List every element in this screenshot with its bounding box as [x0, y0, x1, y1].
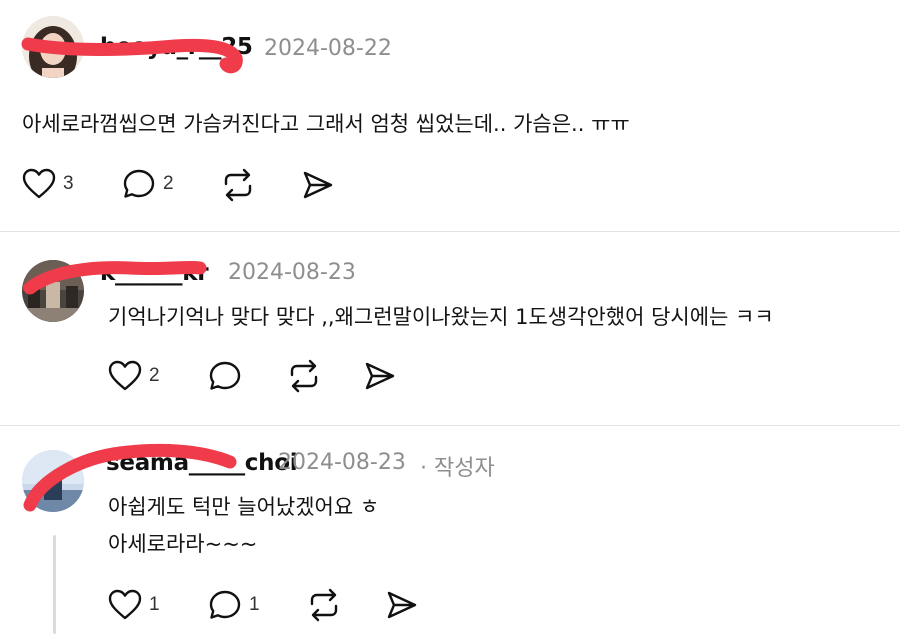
share-button[interactable]	[302, 170, 334, 200]
like-count: 2	[149, 365, 160, 386]
username[interactable]: heeya_r__25	[100, 34, 253, 60]
divider	[0, 425, 900, 426]
comment-text-line-1: 아쉽게도 턱만 늘어났겠어요 ㅎ	[108, 495, 380, 519]
repost-button[interactable]	[286, 359, 322, 393]
comment-date: 2024-08-23	[228, 260, 356, 285]
heart-icon	[108, 360, 142, 391]
reply-button[interactable]: 2	[122, 168, 174, 200]
reply-count: 2	[163, 173, 174, 194]
reply-button[interactable]	[208, 360, 242, 392]
username[interactable]: k______kr	[100, 260, 209, 286]
share-button[interactable]	[364, 361, 396, 391]
send-icon	[303, 171, 333, 199]
speech-bubble-icon	[209, 590, 241, 619]
comment-date: 2024-08-22	[264, 36, 392, 61]
thread-line	[53, 535, 56, 634]
divider	[0, 231, 900, 232]
avatar[interactable]	[22, 450, 84, 512]
avatar[interactable]	[22, 16, 84, 78]
like-button[interactable]: 2	[108, 360, 160, 392]
like-count: 3	[63, 173, 74, 194]
send-icon	[365, 362, 395, 390]
heart-icon	[22, 168, 56, 199]
username[interactable]: seama_____choi	[106, 450, 298, 476]
like-button[interactable]: 1	[108, 589, 160, 621]
like-button[interactable]: 3	[22, 168, 74, 200]
comment-text-line-2: 아세로라라~~~	[108, 532, 258, 556]
repost-button[interactable]	[220, 168, 256, 202]
comment-date: 2024-08-23	[278, 450, 406, 475]
like-count: 1	[149, 594, 160, 615]
heart-icon	[108, 589, 142, 620]
author-badge: · 작성자	[420, 456, 495, 481]
repost-icon	[290, 359, 318, 393]
send-icon	[387, 591, 417, 619]
avatar[interactable]	[22, 260, 84, 322]
repost-icon	[224, 168, 252, 202]
speech-bubble-icon	[209, 361, 241, 390]
comment-text: 아세로라껌씹으면 가슴커진다고 그래서 엄청 씹었는데.. 가슴은.. ㅠㅠ	[22, 112, 630, 136]
speech-bubble-icon	[123, 169, 155, 198]
repost-button[interactable]	[306, 588, 342, 622]
comment-text: 기억나기억나 맞다 맞다 ,,왜그런말이나왔는지 1도생각안했어 당시에는 ㅋㅋ	[108, 305, 774, 329]
reply-count: 1	[249, 594, 260, 615]
repost-icon	[310, 588, 338, 622]
share-button[interactable]	[386, 590, 418, 620]
reply-button[interactable]: 1	[208, 589, 260, 621]
